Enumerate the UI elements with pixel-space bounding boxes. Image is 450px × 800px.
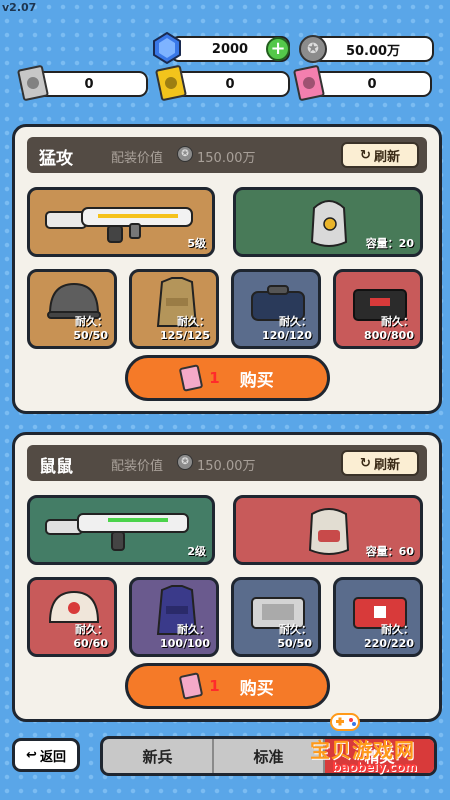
loadout-value-label: 配装价值: [111, 151, 164, 166]
refresh-label: 刷新: [373, 149, 400, 165]
weapon-level: 2级: [187, 545, 206, 558]
coin-counter: 50.00万: [312, 36, 434, 62]
durability-value: 60/60: [73, 637, 108, 650]
loadout-panel-rat: 鼠鼠 配装价值 ✪ 150.00万 ↻ 刷新 2级 容量：60 耐久： 60/60: [12, 432, 442, 722]
coin-count: 50.00万: [345, 43, 401, 59]
panel-header: 猛攻 配装价值 ✪ 150.00万 ↻ 刷新: [27, 137, 427, 173]
durability-label: 耐久：: [279, 315, 312, 328]
case-slot[interactable]: 耐久： 220/220: [333, 577, 423, 657]
tier-tabs: 新兵 标准 精英: [100, 736, 437, 776]
buy-label: 购买: [239, 370, 274, 391]
back-arrow-icon: ↩: [26, 747, 37, 763]
yellow-ticket-count: 0: [225, 76, 235, 92]
backpack-slot[interactable]: 容量：20: [233, 187, 423, 257]
armor-slot[interactable]: 耐久： 100/100: [129, 577, 219, 657]
loadout-panel-assault: 猛攻 配装价值 ✪ 150.00万 ↻ 刷新 5级 容量：20 耐久： 50/50: [12, 124, 442, 414]
durability-label: 耐久：: [381, 623, 414, 636]
durability: 耐久： 120/120: [262, 315, 312, 343]
gray-ticket-count: 0: [84, 76, 94, 92]
back-button[interactable]: ↩ 返回: [12, 738, 80, 772]
durability: 耐久： 220/220: [364, 623, 414, 651]
durability-label: 耐久：: [177, 623, 210, 636]
add-gems-button[interactable]: +: [266, 37, 290, 61]
buy-cost: 1: [209, 677, 220, 695]
rifle-icon: [45, 513, 189, 551]
tab-recruit[interactable]: 新兵: [103, 739, 214, 773]
loadout-value-label: 配装价值: [111, 459, 164, 474]
pink-ticket-icon: [179, 672, 204, 700]
durability-label: 耐久：: [177, 315, 210, 328]
weapon-slot[interactable]: 5级: [27, 187, 215, 257]
gem-count: 2000: [211, 41, 249, 57]
durability: 耐久： 800/800: [364, 315, 414, 343]
tab-label: 标准: [253, 747, 284, 766]
durability-value: 120/120: [262, 329, 312, 342]
durability: 耐久： 50/50: [73, 315, 108, 343]
durability-label: 耐久：: [381, 315, 414, 328]
pink-ticket-icon: [179, 364, 204, 392]
loadout-name: 猛攻: [39, 149, 73, 169]
durability-value: 50/50: [277, 637, 312, 650]
loadout-name: 鼠鼠: [39, 457, 73, 477]
coin-icon: ✪: [177, 146, 193, 162]
panel-header: 鼠鼠 配装价值 ✪ 150.00万 ↻ 刷新: [27, 445, 427, 481]
refresh-button[interactable]: ↻ 刷新: [341, 450, 419, 476]
loadout-value: 150.00万: [197, 459, 256, 474]
tab-label: 新兵: [142, 747, 173, 766]
rifle-icon: [45, 207, 193, 243]
durability-label: 耐久：: [279, 623, 312, 636]
durability: 耐久： 50/50: [277, 623, 312, 651]
durability-value: 50/50: [73, 329, 108, 342]
durability: 耐久： 100/100: [160, 623, 210, 651]
durability-label: 耐久：: [75, 315, 108, 328]
bag-slot[interactable]: 耐久： 120/120: [231, 269, 321, 349]
refresh-label: 刷新: [373, 457, 400, 473]
refresh-icon: ↻: [360, 147, 371, 163]
backpack-capacity: 容量：20: [365, 237, 414, 250]
tab-standard[interactable]: 标准: [214, 739, 325, 773]
gem-icon: [152, 32, 182, 64]
durability: 耐久： 125/125: [160, 315, 210, 343]
version-label: v2.07: [2, 1, 37, 14]
helmet-slot[interactable]: 耐久： 60/60: [27, 577, 117, 657]
coin-icon: ✪: [299, 35, 327, 63]
buy-button[interactable]: 1 购买: [125, 355, 330, 401]
case-slot[interactable]: 耐久： 50/50: [231, 577, 321, 657]
buy-label: 购买: [239, 678, 274, 699]
pink-ticket-counter: 0: [312, 71, 432, 97]
refresh-icon: ↻: [360, 455, 371, 471]
weapon-slot[interactable]: 2级: [27, 495, 215, 565]
durability-value: 100/100: [160, 637, 210, 650]
case-slot[interactable]: 耐久： 800/800: [333, 269, 423, 349]
coin-icon: ✪: [177, 454, 193, 470]
durability-value: 800/800: [364, 329, 414, 342]
armor-slot[interactable]: 耐久： 125/125: [129, 269, 219, 349]
backpack-capacity: 容量：60: [365, 545, 414, 558]
helmet-slot[interactable]: 耐久： 50/50: [27, 269, 117, 349]
tab-elite[interactable]: 精英: [325, 739, 434, 773]
buy-cost: 1: [209, 369, 220, 387]
backpack-slot[interactable]: 容量：60: [233, 495, 423, 565]
refresh-button[interactable]: ↻ 刷新: [341, 142, 419, 168]
back-label: 返回: [39, 749, 66, 765]
backpack-icon: [308, 508, 350, 555]
pink-ticket-count: 0: [367, 76, 377, 92]
durability: 耐久： 60/60: [73, 623, 108, 651]
durability-label: 耐久：: [75, 623, 108, 636]
backpack-icon: [310, 200, 348, 247]
buy-button[interactable]: 1 购买: [125, 663, 330, 709]
durability-value: 220/220: [364, 637, 414, 650]
durability-value: 125/125: [160, 329, 210, 342]
loadout-value: 150.00万: [197, 151, 256, 166]
yellow-ticket-counter: 0: [170, 71, 290, 97]
tab-label: 精英: [364, 747, 395, 766]
weapon-level: 5级: [187, 237, 206, 250]
